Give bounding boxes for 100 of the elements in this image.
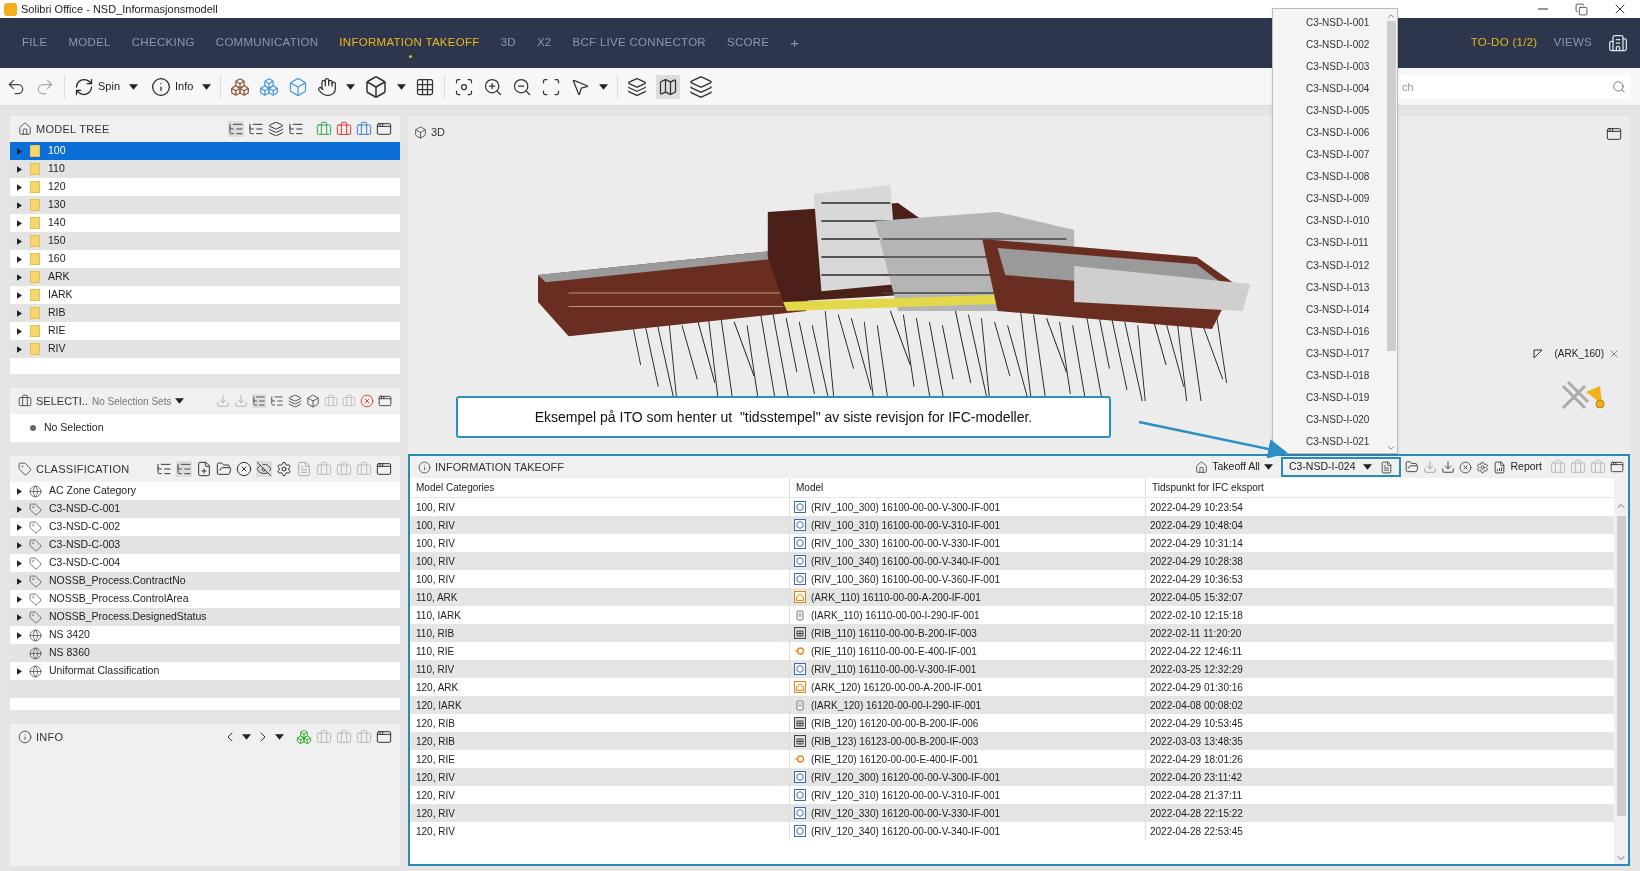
takeoff-select[interactable]: C3-NSD-I-024 [1280,457,1402,477]
dropdown-option[interactable]: C3-NSD-I-001 [1273,11,1385,34]
views-tab[interactable]: VIEWS [1553,34,1592,52]
zoom-in-icon[interactable] [483,76,504,97]
column-header[interactable]: Model [790,478,1146,497]
expand-arrow-icon[interactable] [17,237,22,245]
hidden-eye-icon[interactable] [256,461,272,477]
expand-arrow-icon[interactable] [17,631,22,639]
caret-icon[interactable] [129,83,139,90]
dropdown-option[interactable]: C3-NSD-I-011 [1273,231,1385,255]
tree-item[interactable]: 110 [10,160,400,178]
caret-icon[interactable] [1363,464,1373,470]
dropdown-option[interactable]: C3-NSD-I-003 [1273,55,1385,78]
expand-arrow-icon[interactable] [17,291,22,299]
report-button[interactable]: Report [1493,459,1542,475]
classification-item[interactable]: NOSSB_Process.ContractNo [10,572,400,590]
restore-icon[interactable] [1575,2,1588,16]
expand-arrow-icon[interactable] [17,327,22,335]
caret-icon[interactable] [346,83,356,90]
dropdown-option[interactable]: C3-NSD-I-016 [1273,320,1385,343]
classification-item[interactable]: NS 8360 [10,644,400,662]
dropdown-option[interactable]: C3-NSD-I-018 [1273,364,1385,387]
classification-item[interactable]: NOSSB_Process.DesignedStatus [10,608,400,626]
dropdown-option[interactable]: C3-NSD-I-008 [1273,165,1385,188]
menu-tab[interactable]: BCF LIVE CONNECTOR [572,34,706,52]
window-icon[interactable] [1606,126,1622,142]
expand-arrow-icon[interactable] [17,559,22,567]
tree-icon[interactable] [288,121,304,137]
dropdown-option[interactable]: C3-NSD-I-010 [1273,209,1385,232]
info-button[interactable]: Info [151,76,194,97]
menu-tab[interactable]: COMMUNICATION [215,34,319,52]
caret-icon[interactable] [242,734,251,740]
table-row[interactable]: 100, RIV (RIV_100_310) 16100-00-00-V-310-IF-001 2022-04-29 10:48:04 [410,516,1614,534]
selection-item[interactable]: No Selection [44,420,104,436]
dropdown-option[interactable]: C3-NSD-I-017 [1273,342,1385,365]
column-header[interactable]: Model Categories [410,478,790,497]
home-icon[interactable] [1195,460,1209,474]
settings-icon[interactable] [276,461,292,477]
expand-arrow-icon[interactable] [17,505,22,513]
expand-arrow-icon[interactable] [17,595,22,603]
window-icon[interactable] [376,461,392,477]
dropdown-option[interactable]: C3-NSD-I-012 [1273,254,1385,277]
boxes-icon[interactable] [296,729,312,745]
caret-icon[interactable] [397,83,407,90]
tree-icon[interactable] [248,121,264,137]
cube-icon[interactable] [306,394,320,408]
expand-arrow-icon[interactable] [17,201,22,209]
expand-arrow-icon[interactable] [17,613,22,621]
layers-icon[interactable] [268,121,284,137]
dropdown-option[interactable]: C3-NSD-I-021 [1273,430,1385,453]
remove-icon[interactable] [236,461,252,477]
tree-icon[interactable] [252,394,266,408]
zoom-out-icon[interactable] [512,76,533,97]
dropdown-option[interactable]: C3-NSD-I-014 [1273,298,1385,321]
dropdown-option[interactable]: C3-NSD-I-019 [1273,386,1385,409]
dropdown-option[interactable]: C3-NSD-I-004 [1273,77,1385,100]
caret-icon[interactable] [599,83,609,90]
window-icon[interactable] [376,121,392,137]
caret-icon[interactable] [202,83,212,90]
window-icon[interactable] [1610,460,1624,474]
table-row[interactable]: 120, IARK (IARK_120) 16120-00-00-I-290-IF-001 2022-04-08 00:08:02 [410,696,1614,714]
menu-tab[interactable]: CHECKING [131,34,195,52]
hand-icon[interactable] [317,76,338,97]
dropdown-option[interactable]: C3-NSD-I-002 [1273,33,1385,56]
expand-arrow-icon[interactable] [17,523,22,531]
settings-icon[interactable] [1476,460,1490,474]
dropdown-option[interactable]: C3-NSD-I-007 [1273,143,1385,166]
folder-open-icon[interactable] [1405,460,1420,474]
menu-tab[interactable]: FILE [22,34,48,52]
expand-arrow-icon[interactable] [17,183,22,191]
expand-arrow-icon[interactable] [17,667,22,675]
tree-item[interactable]: 130 [10,196,400,214]
menu-tab[interactable]: SCORE [726,34,770,52]
tree-item[interactable]: RIV [10,340,400,358]
zoom-fit-icon[interactable] [454,76,475,97]
window-icon[interactable] [378,394,392,408]
table-row[interactable]: 110, RIV (RIV_110) 16110-00-00-V-300-IF-001 2022-03-25 12:32:29 [410,660,1614,678]
caret-icon[interactable] [275,734,284,740]
boxes-icon[interactable] [230,76,251,97]
tree-icon[interactable] [176,461,192,477]
window-icon[interactable] [376,729,392,745]
map-icon[interactable] [656,74,681,99]
expand-arrow-icon[interactable] [17,255,22,263]
takeoff-all-button[interactable]: Takeoff All [1212,459,1273,475]
building-icon[interactable] [1608,33,1628,53]
table-row[interactable]: 110, ARK (ARK_110) 16110-00-00-A-200-IF-001 2022-04-05 15:32:07 [410,588,1614,606]
download-icon[interactable] [1441,460,1456,474]
dropdown-option[interactable]: C3-NSD-I-009 [1273,187,1385,210]
expand-arrow-icon[interactable] [17,273,22,281]
table-row[interactable]: 120, RIV (RIV_120_330) 16120-00-00-V-330-IF-001 2022-04-28 22:15:22 [410,804,1614,822]
selection-sets-dropdown[interactable]: No Selection Sets [91,393,185,409]
expand-arrow-icon[interactable] [17,541,22,549]
classification-item[interactable]: C3-NSD-C-001 [10,500,400,518]
column-header[interactable]: Tidspunkt for IFC eksport [1146,478,1614,497]
menu-tab[interactable]: X2 [536,34,552,52]
cube-icon[interactable] [364,74,389,99]
menu-tab[interactable]: 3D [500,34,516,52]
folder-open-icon[interactable] [216,461,232,477]
expand-arrow-icon[interactable] [17,577,22,585]
remove-icon[interactable] [1459,460,1473,474]
